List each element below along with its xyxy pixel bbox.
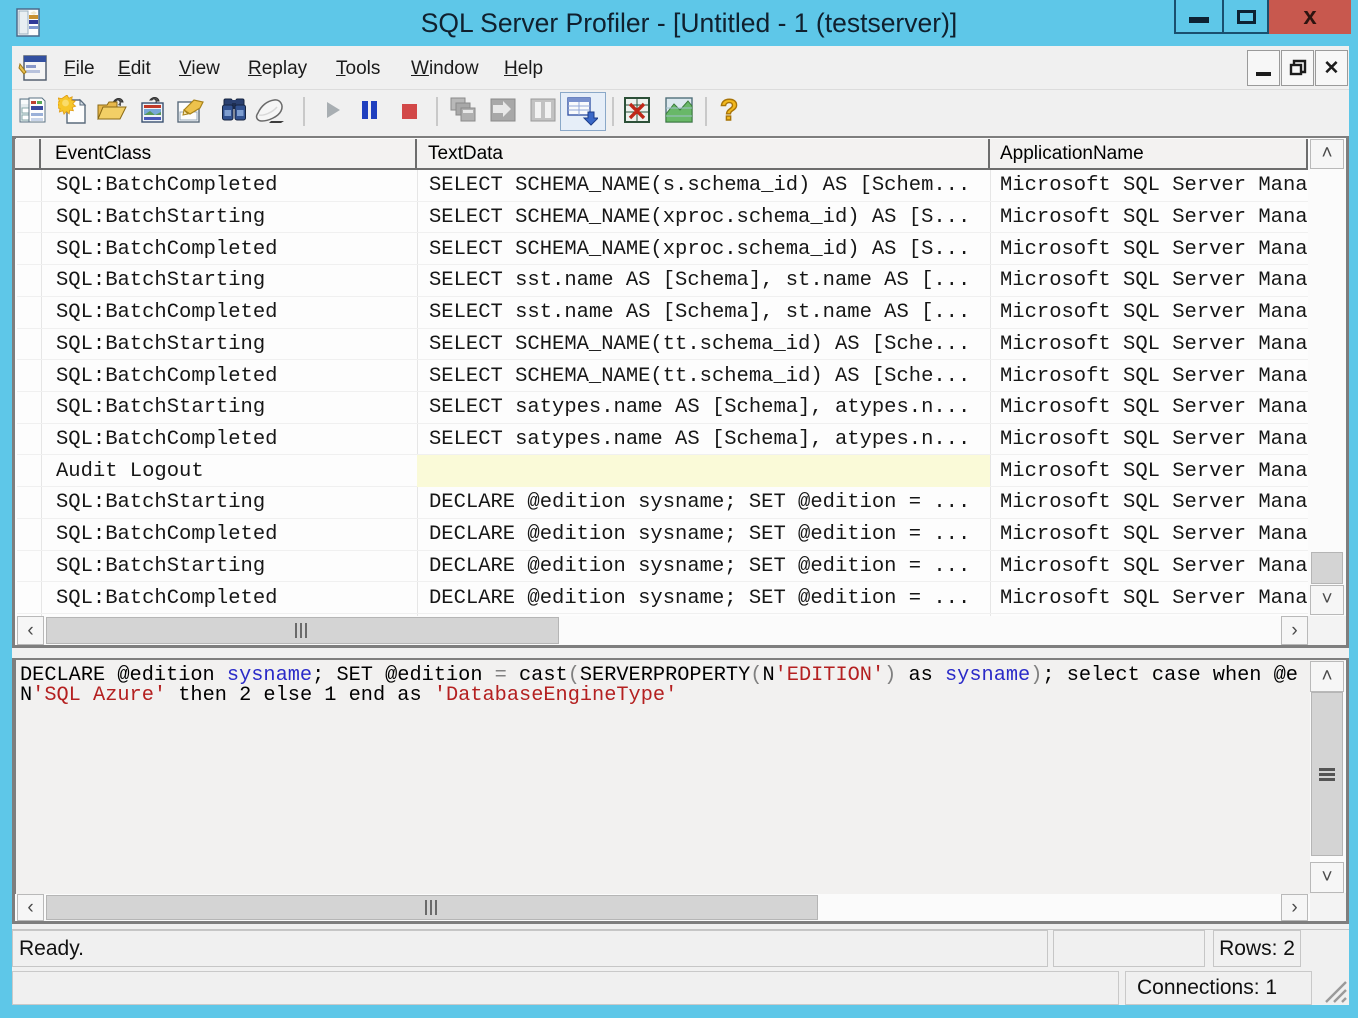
svg-text:?: ? — [720, 95, 738, 125]
